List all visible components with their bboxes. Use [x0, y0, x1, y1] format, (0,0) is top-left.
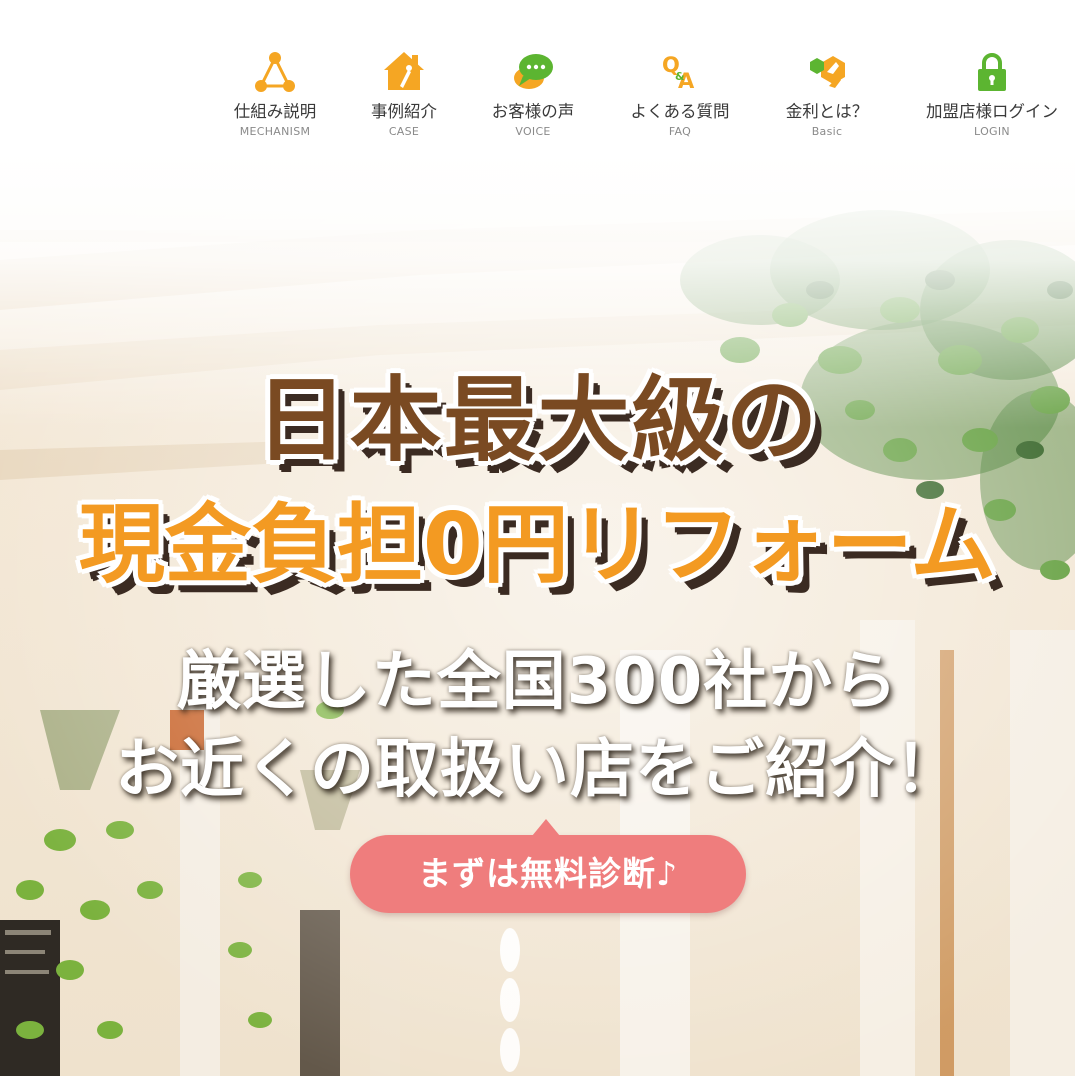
- nav-sublabel: LOGIN: [974, 125, 1010, 138]
- nav-item-voice[interactable]: お客様の声 VOICE: [458, 48, 608, 139]
- nav-label: お客様の声: [491, 102, 575, 121]
- nav-sublabel: CASE: [388, 125, 420, 138]
- nav-label: 加盟店様ログイン: [926, 102, 1058, 121]
- nav-sublabel: FAQ: [668, 125, 692, 138]
- hero-subheadline-line1: 厳選した全国300社から: [176, 645, 899, 719]
- free-diagnosis-button[interactable]: まずは無料診断♪: [350, 819, 746, 913]
- page: 仕組み説明 MECHANISM 事例紹介 CASE お客様の声 VOICE Q …: [0, 0, 1075, 1076]
- nav-item-login[interactable]: 加盟店様ログイン LOGIN: [917, 48, 1067, 139]
- hexagon-shapes-icon: [803, 48, 851, 94]
- nav-sublabel: Basic: [811, 125, 843, 138]
- nav-label: 事例紹介: [371, 102, 437, 121]
- qa-icon: Q A &: [656, 48, 704, 94]
- hero-background-image: [0, 150, 1075, 1076]
- hero-subheadline-line2: お近くの取扱い店をご紹介！: [115, 733, 960, 807]
- mechanism-triangle-icon: [251, 48, 299, 94]
- nav-item-case[interactable]: 事例紹介 CASE: [329, 48, 479, 139]
- cta-label: まずは無料診断♪: [417, 854, 679, 893]
- nav-item-mechanism[interactable]: 仕組み説明 MECHANISM: [200, 48, 350, 139]
- hero-headline-line2: 現金負担0円リフォーム: [78, 495, 997, 595]
- nav-sublabel: MECHANISM: [239, 125, 311, 138]
- nav-item-faq[interactable]: Q A & よくある質問 FAQ: [605, 48, 755, 139]
- speech-bubble-icon: [509, 48, 557, 94]
- svg-text:&: &: [675, 70, 685, 83]
- global-nav: 仕組み説明 MECHANISM 事例紹介 CASE お客様の声 VOICE Q …: [0, 0, 1075, 170]
- nav-label: 仕組み説明: [233, 102, 317, 121]
- hero-headline-line1: 日本最大級の: [255, 367, 820, 474]
- nav-label: 金利とは？: [785, 102, 869, 121]
- lock-icon: [968, 48, 1016, 94]
- nav-sublabel: VOICE: [515, 125, 551, 138]
- hero-section: 日本最大級の 現金負担0円リフォーム 厳選した全国300社から お近くの取扱い店…: [0, 150, 1075, 1076]
- nav-item-basic[interactable]: 金利とは？ Basic: [752, 48, 902, 139]
- house-icon: [380, 48, 428, 94]
- nav-label: よくある質問: [630, 102, 730, 121]
